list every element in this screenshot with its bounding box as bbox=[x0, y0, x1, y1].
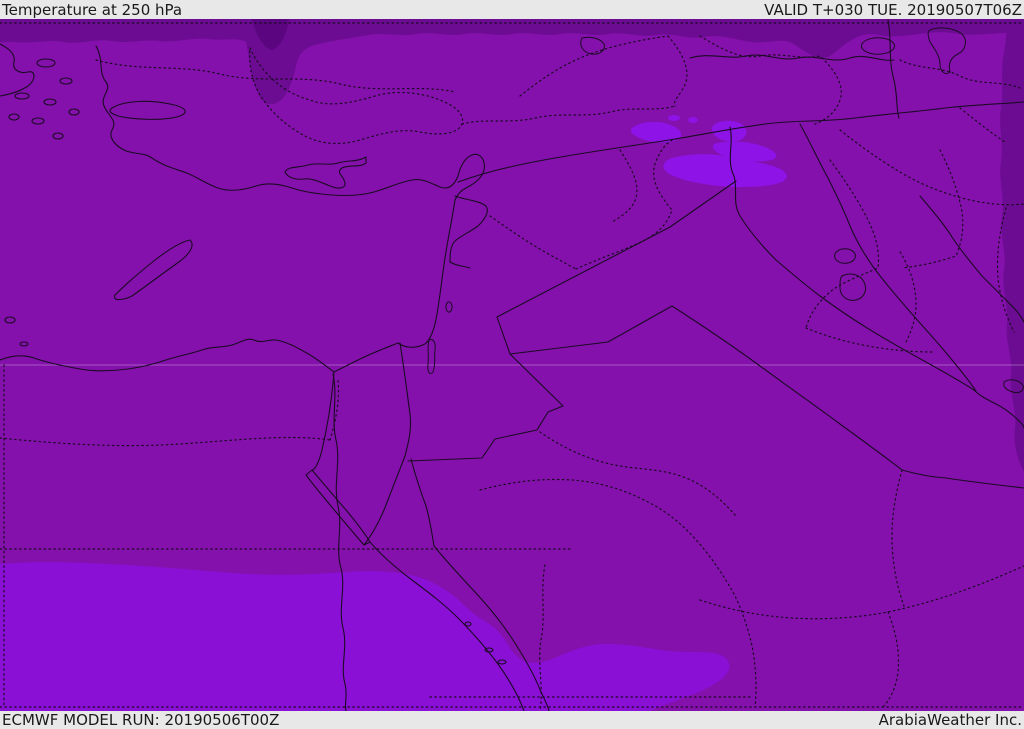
footer-bar: ECMWF MODEL RUN: 20190506T00Z ArabiaWeat… bbox=[0, 711, 1024, 729]
warm-blob bbox=[668, 115, 680, 121]
brand-label: ArabiaWeather Inc. bbox=[878, 711, 1022, 729]
model-run-label: ECMWF MODEL RUN: 20190506T00Z bbox=[2, 711, 280, 729]
map-title: Temperature at 250 hPa bbox=[2, 1, 183, 19]
warm-blob bbox=[688, 117, 698, 123]
weather-map bbox=[0, 19, 1024, 711]
valid-time-label: VALID T+030 TUE. 20190507T06Z bbox=[764, 1, 1022, 19]
weather-map-screen: Temperature at 250 hPa VALID T+030 TUE. … bbox=[0, 0, 1024, 729]
header-bar: Temperature at 250 hPa VALID T+030 TUE. … bbox=[0, 0, 1024, 19]
